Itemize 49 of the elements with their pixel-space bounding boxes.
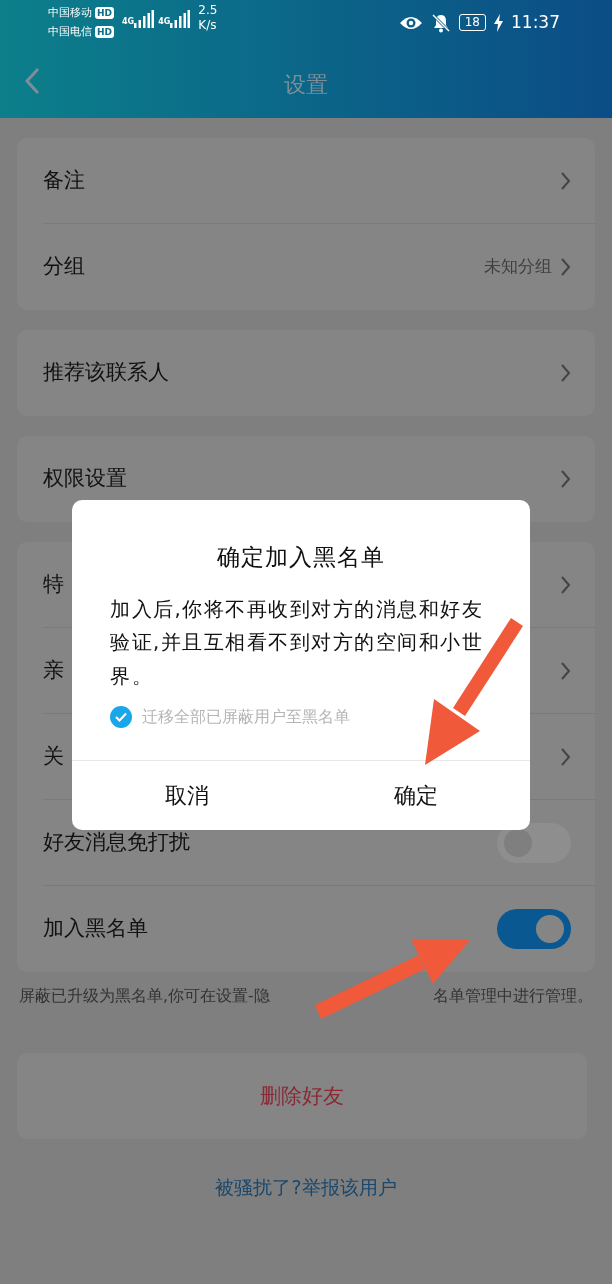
back-icon[interactable] — [24, 67, 40, 95]
chevron-icon — [560, 257, 571, 277]
setting-label: 好友消息免打扰 — [43, 828, 190, 856]
network-type: 4G — [122, 16, 135, 28]
toggle-switch[interactable] — [497, 909, 571, 949]
check-icon — [115, 712, 127, 722]
toggle-switch[interactable] — [497, 822, 571, 863]
dialog-button[interactable]: 取消 — [72, 761, 301, 830]
setting-label: 特 — [43, 570, 64, 598]
checkbox[interactable] — [110, 706, 132, 728]
setting-label: 分组 — [43, 253, 85, 281]
page-title: 设置 — [284, 70, 328, 99]
setting-row[interactable]: 备注 — [43, 138, 595, 224]
footnote-text: 屏蔽已升级为黑名单,你可在设置-隐 — [19, 986, 270, 1007]
setting-label: 权限设置 — [43, 465, 127, 493]
setting-label: 加入黑名单 — [43, 915, 148, 943]
chevron-icon — [560, 574, 571, 595]
bell-off-icon — [430, 12, 451, 33]
battery-level: 18 — [458, 14, 486, 32]
setting-label: 关 — [43, 742, 64, 770]
dialog-message: 加入后,你将不再收到对方的消息和好友验证,并且互相看不到对方的空间和小世界。 — [110, 596, 485, 690]
carrier-name: 中国电信 — [48, 24, 92, 40]
charging-icon — [494, 13, 503, 32]
setting-row[interactable]: 权限设置 — [43, 436, 595, 522]
speed-unit: K/s — [198, 18, 218, 33]
setting-row[interactable]: 推荐该联系人 — [43, 330, 595, 416]
chevron-icon — [560, 660, 571, 681]
setting-label: 备注 — [43, 166, 85, 194]
chevron-icon — [560, 746, 571, 767]
checkbox-label: 迁移全部已屏蔽用户至黑名单 — [142, 706, 350, 728]
hd-badge: HD — [95, 25, 114, 38]
dialog-title: 确定加入黑名单 — [216, 543, 386, 572]
chevron-icon — [560, 363, 571, 383]
hd-badge: HD — [95, 6, 114, 19]
setting-label: 推荐该联系人 — [43, 359, 169, 387]
setting-row[interactable]: 分组 未知分组 — [43, 224, 595, 310]
network-type: 4G — [158, 16, 171, 28]
network-speed: 2.5 — [198, 3, 218, 18]
setting-value: 未知分组 — [484, 255, 552, 279]
dialog-button[interactable]: 确定 — [301, 761, 530, 830]
carrier-name: 中国移动 — [48, 5, 92, 21]
chevron-icon — [560, 170, 571, 191]
signal-icon — [134, 10, 155, 28]
footnote-text: 名单管理中进行管理。 — [433, 986, 593, 1007]
signal-icon — [170, 10, 191, 28]
clock-time: 11:37 — [511, 11, 560, 34]
setting-label: 亲 — [43, 656, 64, 684]
chevron-icon — [560, 469, 571, 489]
eye-icon — [398, 14, 423, 31]
